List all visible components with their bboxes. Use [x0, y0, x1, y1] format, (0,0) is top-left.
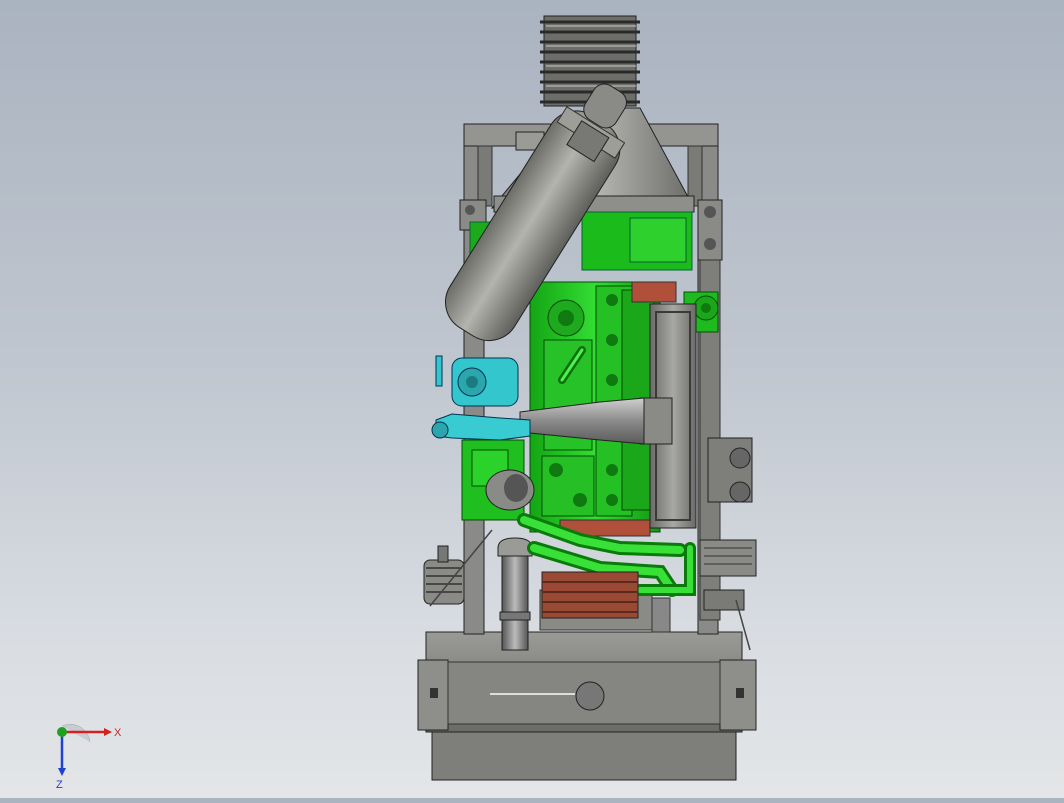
turbocharger[interactable]: [431, 355, 531, 441]
y-axis-dot: [57, 727, 67, 737]
engine-assembly-model[interactable]: [0, 0, 1064, 798]
cad-viewport[interactable]: X Z: [0, 0, 1064, 798]
x-axis-head: [104, 728, 112, 736]
base-skid[interactable]: [417, 631, 757, 781]
cooling-fins[interactable]: [540, 15, 640, 107]
z-axis-head: [58, 768, 66, 776]
exhaust-elbow[interactable]: [485, 469, 535, 651]
x-axis-label: X: [114, 727, 122, 739]
orientation-triad: X Z: [56, 724, 122, 791]
z-axis-label: Z: [56, 779, 63, 791]
crank-pulley[interactable]: [541, 571, 639, 619]
